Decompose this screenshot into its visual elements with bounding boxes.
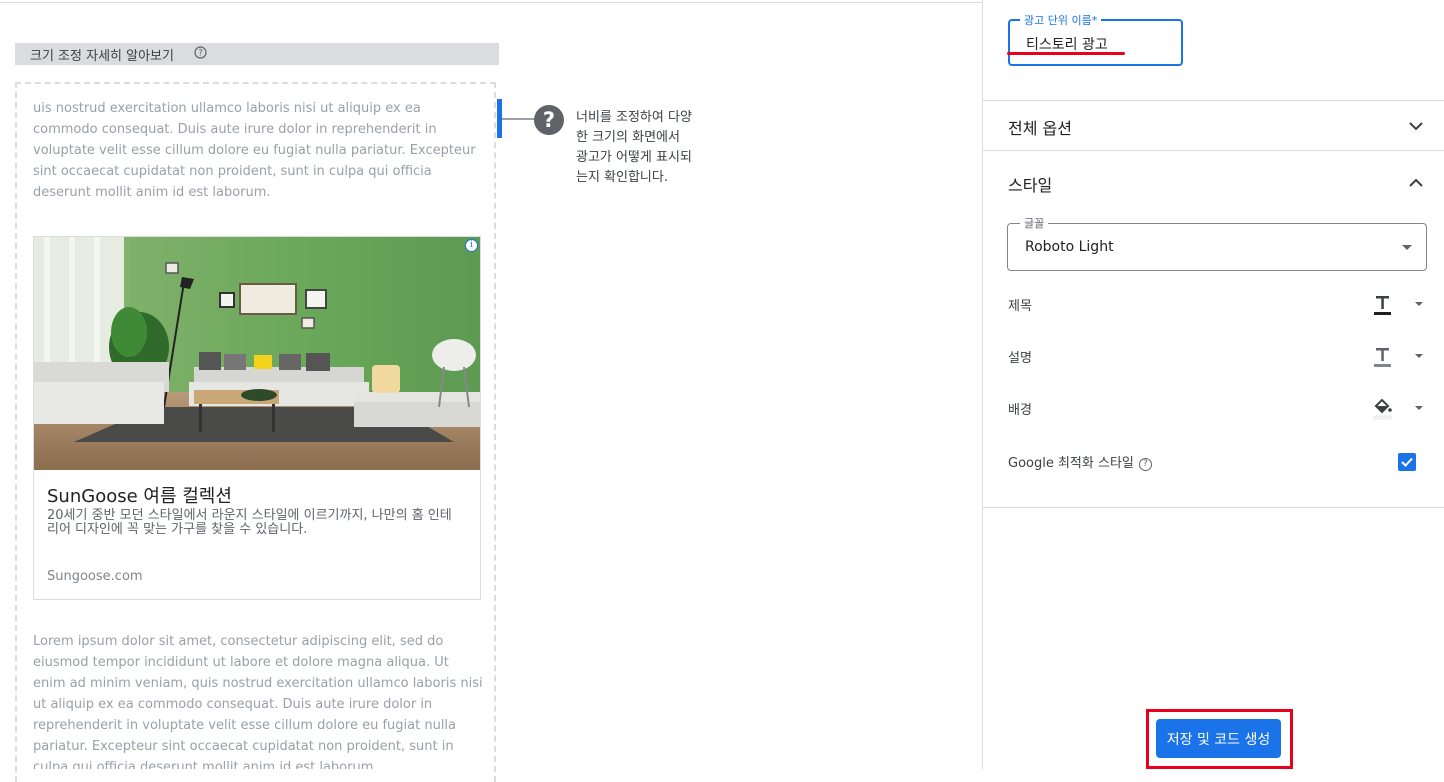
help-icon[interactable]: ? [1138,458,1152,471]
ad-unit-name-input[interactable]: 티스토리 광고 [1026,34,1108,54]
section-divider [983,150,1444,151]
dropdown-arrow-icon[interactable] [1415,354,1423,358]
section-divider [983,507,1444,508]
background-color-picker[interactable] [1373,397,1423,421]
adchoices-info-icon[interactable]: i [465,239,478,252]
ad-display-url[interactable]: Sungoose.com [47,569,143,584]
description-style-label: 설명 [1008,351,1032,366]
ad-image [34,237,480,470]
section-divider [983,100,1444,101]
dropdown-arrow-icon[interactable] [1402,245,1412,250]
chevron-up-icon[interactable] [1408,175,1424,191]
ad-description: 20세기 중반 모던 스타일에서 라운지 스타일에 이르기까지, 나만의 홈 인… [47,508,452,537]
checkmark-icon [1401,457,1413,467]
ad-unit-name-label: 광고 단위 이름* [1020,12,1102,28]
title-color-picker[interactable] [1373,293,1423,317]
background-style-label: 배경 [1008,403,1032,418]
text-color-icon [1374,348,1391,367]
fill-color-icon [1373,398,1392,420]
preview-text-top: uis nostrud exercitation ullamco laboris… [33,101,476,200]
help-icon[interactable]: ? [194,46,207,62]
title-style-label: 제목 [1008,299,1032,314]
font-select-value[interactable]: Roboto Light [1025,239,1114,255]
svg-text:?: ? [198,49,203,59]
ad-preview-card[interactable]: i SunGoose 여름 컬렉션 20세기 중반 모던 스타일에서 라운지 스… [33,236,481,600]
dropdown-arrow-icon[interactable] [1415,302,1423,306]
text-color-icon [1374,296,1391,315]
resize-tooltip: 너비를 조정하여 다양한 크기의 화면에서 광고가 어떻게 표시되는지 확인합니… [576,110,692,185]
ad-headline[interactable]: SunGoose 여름 컬렉션 [47,482,232,508]
resize-help-bar: 크기 조정 자세히 알아보기 ? [15,43,499,65]
font-select[interactable]: 글꼴 Roboto Light [1007,215,1427,271]
all-options-header[interactable]: 전체 옵션 [1008,115,1072,139]
save-and-generate-code-button[interactable]: 저장 및 코드 생성 [1156,719,1281,758]
style-section-header[interactable]: 스타일 [1008,172,1052,196]
top-divider [0,2,982,3]
tooltip-connector [502,118,534,120]
description-color-picker[interactable] [1373,345,1423,369]
google-optimized-checkbox[interactable] [1398,453,1416,471]
chevron-down-icon[interactable] [1408,118,1424,134]
preview-text-bottom: Lorem ipsum dolor sit amet, consectetur … [33,634,483,769]
resize-help-link[interactable]: 크기 조정 자세히 알아보기 [30,45,174,64]
question-icon: ? [534,105,564,135]
google-optimized-text: Google 최적화 스타일 [1008,456,1134,471]
ad-settings-panel: 광고 단위 이름* 티스토리 광고 전체 옵션 스타일 글꼴 Roboto Li… [982,0,1444,769]
red-underline-annotation [1007,52,1125,55]
ad-unit-name-field[interactable]: 광고 단위 이름* 티스토리 광고 [1008,12,1183,66]
google-optimized-style-label: Google 최적화 스타일? [1008,452,1152,471]
dropdown-arrow-icon[interactable] [1415,406,1423,410]
font-select-label: 글꼴 [1020,215,1049,231]
